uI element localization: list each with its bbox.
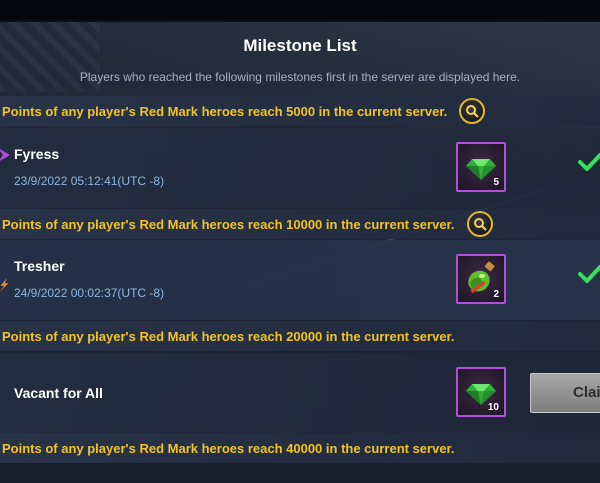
milestone-header-2: Points of any player's Red Mark heroes r… — [0, 209, 600, 239]
reach-timestamp: 24/9/2022 00:02:37(UTC -8) — [14, 286, 165, 300]
milestone-panel: Milestone List Players who reached the f… — [0, 20, 600, 483]
checkmark-icon — [578, 265, 600, 283]
reward-item[interactable]: 10 — [456, 367, 506, 417]
reward-item[interactable]: 2 — [456, 254, 506, 304]
reward-count: 10 — [487, 402, 499, 413]
player-name: Fyress — [14, 146, 60, 162]
milestone-text: Points of any player's Red Mark heroes r… — [2, 103, 448, 119]
player-name: Tresher — [14, 258, 65, 274]
milestone-header-4: Points of any player's Red Mark heroes r… — [0, 433, 600, 463]
red-mark-icon — [0, 149, 10, 161]
reward-count: 2 — [493, 289, 499, 300]
milestone-row-2: Tresher 24/9/2022 00:02:37(UTC -8) 2 — [0, 240, 600, 320]
milestone-text: Points of any player's Red Mark heroes r… — [2, 440, 455, 456]
magnifier-icon[interactable] — [466, 211, 493, 237]
reward-count: 5 — [493, 177, 499, 188]
vacant-label: Vacant for All — [14, 385, 103, 401]
claim-button[interactable]: Clai — [530, 373, 600, 413]
checkmark-icon — [578, 153, 600, 171]
milestone-header-3: Points of any player's Red Mark heroes r… — [0, 321, 600, 351]
reach-timestamp: 23/9/2022 05:12:41(UTC -8) — [14, 174, 165, 188]
reward-item[interactable]: 5 — [456, 142, 506, 192]
milestone-row-3: Vacant for All 10 Clai — [0, 353, 600, 433]
panel-title: Milestone List — [243, 36, 357, 55]
panel-subtitle: Players who reached the following milest… — [79, 70, 521, 84]
milestone-text: Points of any player's Red Mark heroes r… — [2, 216, 455, 232]
milestone-header-1: Points of any player's Red Mark heroes r… — [0, 96, 600, 126]
lightning-mark-icon — [0, 278, 9, 292]
milestone-row-1: Fyress 23/9/2022 05:12:41(UTC -8) 5 — [0, 128, 600, 208]
milestone-text: Points of any player's Red Mark heroes r… — [2, 328, 455, 344]
magnifier-icon[interactable] — [459, 98, 486, 124]
